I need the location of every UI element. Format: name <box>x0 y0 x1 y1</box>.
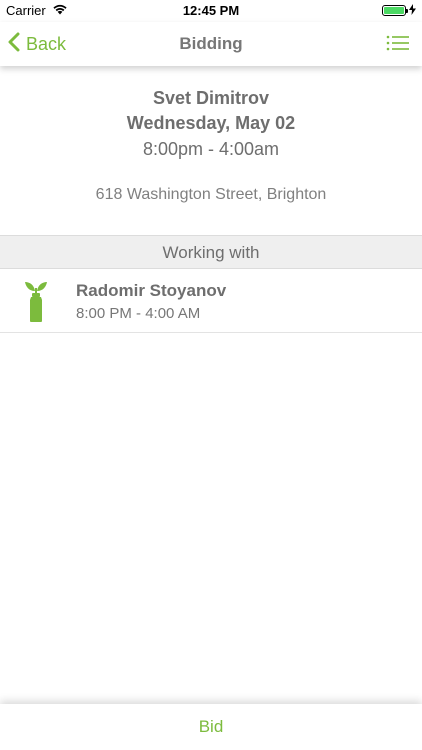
battery-icon <box>382 5 408 16</box>
battery-fill <box>384 7 404 14</box>
list-menu-button[interactable] <box>386 34 410 54</box>
worker-name: Radomir Stoyanov <box>76 281 227 300</box>
worker-time-range: 8:00 PM - 4:00 AM <box>76 305 201 322</box>
section-header-working-with: Working with <box>0 235 422 269</box>
bid-button[interactable]: Bid <box>0 704 422 750</box>
bottle-sprout-icon <box>24 279 48 323</box>
bottom-bar: Bid <box>0 704 422 750</box>
status-right <box>382 3 416 18</box>
event-time-range: 8:00pm - 4:00am <box>142 139 280 159</box>
charging-bolt-icon <box>409 3 416 18</box>
event-details: Svet Dimitrov Wednesday, May 02 8:00pm -… <box>0 86 422 206</box>
nav-bar: Back Bidding <box>0 22 422 66</box>
status-bar: Carrier 12:45 PM <box>0 0 422 22</box>
worker-row[interactable]: Radomir Stoyanov 8:00 PM - 4:00 AM <box>0 269 422 333</box>
page-title: Bidding <box>179 34 243 53</box>
event-date: Wednesday, May 02 <box>126 113 296 133</box>
client-name: Svet Dimitrov <box>152 88 270 108</box>
list-icon <box>386 35 410 58</box>
event-address: 618 Washington Street, Brighton <box>95 186 327 203</box>
status-time: 12:45 PM <box>182 3 240 18</box>
